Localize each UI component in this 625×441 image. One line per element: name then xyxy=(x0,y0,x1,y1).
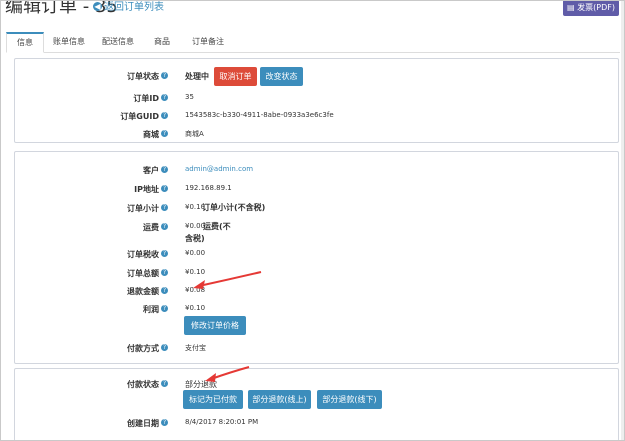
shipping-note-line1: 运费(不 xyxy=(203,222,231,231)
help-icon[interactable]: ? xyxy=(161,112,168,119)
subtotal-label: 订单小计 xyxy=(127,204,159,213)
payment-panel: 付款状态 ? 部分退款 标记为已付款 部分退款(线上) 部分退款(线下) 创建日… xyxy=(14,368,619,440)
store-value: 商城A xyxy=(185,130,204,138)
subtotal-note: 订单小计(不含税) xyxy=(202,203,266,212)
back-to-list-label: 返回订单列表 xyxy=(104,2,164,13)
shipping-label: 运费 xyxy=(143,223,159,232)
partial-refund-online-button[interactable]: 部分退款(线上) xyxy=(248,390,311,409)
help-icon[interactable]: ? xyxy=(161,419,168,426)
order-info-panel: 订单状态 ? 处理中 取消订单 改变状态 订单ID ? 35 订单GUID ? … xyxy=(14,58,619,143)
arrow-head xyxy=(193,280,205,289)
annotation-arrow-refund xyxy=(193,271,262,289)
help-icon[interactable]: ? xyxy=(161,269,168,276)
customer-label: 客户 xyxy=(143,166,159,175)
help-icon[interactable]: ? xyxy=(161,344,168,351)
ip-address-label: IP地址 xyxy=(134,185,159,194)
order-total-label: 订单总额 xyxy=(127,269,159,278)
profit-value: ¥0.10 xyxy=(185,304,206,312)
order-status-label: 订单状态 xyxy=(127,72,159,81)
invoice-pdf-label: 发票(PDF) xyxy=(577,3,615,12)
payment-method-label: 付款方式 xyxy=(127,344,159,353)
order-guid-value: 1543583c-b330-4911-8abe-0933a3e6c3fe xyxy=(185,111,334,119)
help-icon[interactable]: ? xyxy=(161,250,168,257)
order-id-label: 订单ID xyxy=(133,94,159,103)
tab-order-notes[interactable]: 订单备注 xyxy=(182,32,234,52)
order-guid-label: 订单GUID xyxy=(120,112,159,121)
help-icon[interactable]: ? xyxy=(161,94,168,101)
page-frame: 编辑订单 - 35 ◀ 返回订单列表 ▤ 发票(PDF) 信息 账单信息 配送信息… xyxy=(0,0,625,441)
payment-status-label: 付款状态 xyxy=(127,380,159,389)
help-icon[interactable]: ? xyxy=(161,305,168,312)
arrow-shaft xyxy=(198,271,262,287)
created-date-value: 8/4/2017 8:20:01 PM xyxy=(185,418,259,426)
pdf-icon: ▤ xyxy=(567,3,578,12)
store-label: 商城 xyxy=(143,130,159,139)
order-tabs: 信息 账单信息 配送信息 商品 订单备注 xyxy=(6,32,620,53)
mark-as-paid-button[interactable]: 标记为已付款 xyxy=(183,390,243,409)
help-icon[interactable]: ? xyxy=(161,204,168,211)
order-status-value: 处理中 xyxy=(185,72,209,81)
arrow-shaft xyxy=(210,366,250,380)
created-date-label: 创建日期 xyxy=(127,419,159,428)
tab-info[interactable]: 信息 xyxy=(6,32,44,53)
profit-label: 利润 xyxy=(143,305,159,314)
help-icon[interactable]: ? xyxy=(161,287,168,294)
help-icon[interactable]: ? xyxy=(161,130,168,137)
edit-order-totals-button[interactable]: 修改订单价格 xyxy=(184,316,246,335)
customer-email-link[interactable]: admin@admin.com xyxy=(185,165,253,173)
partial-refund-offline-button[interactable]: 部分退款(线下) xyxy=(317,390,382,409)
refund-amount-label: 退款金额 xyxy=(127,287,159,296)
tab-billing[interactable]: 账单信息 xyxy=(47,32,91,52)
tax-label: 订单税收 xyxy=(127,250,159,259)
help-icon[interactable]: ? xyxy=(161,185,168,192)
invoice-pdf-button[interactable]: ▤ 发票(PDF) xyxy=(563,1,619,16)
change-status-button[interactable]: 改变状态 xyxy=(260,67,303,86)
order-id-value: 35 xyxy=(185,93,194,101)
tab-products[interactable]: 商品 xyxy=(146,32,178,52)
tax-value: ¥0.00 xyxy=(185,249,206,257)
order-totals-panel: 客户 ? admin@admin.com IP地址 ? 192.168.89.1… xyxy=(14,151,619,364)
ip-address-value: 192.168.89.1 xyxy=(185,184,232,192)
page-scrollbar[interactable] xyxy=(621,1,624,440)
payment-method-value: 支付宝 xyxy=(185,344,206,352)
annotation-arrow-payment-status xyxy=(205,366,250,382)
help-icon[interactable]: ? xyxy=(161,166,168,173)
help-icon[interactable]: ? xyxy=(161,223,168,230)
help-icon[interactable]: ? xyxy=(161,72,168,79)
back-circle-icon: ◀ xyxy=(93,2,102,11)
back-to-list-link[interactable]: ◀ 返回订单列表 xyxy=(93,1,164,13)
arrow-head xyxy=(205,373,216,382)
cancel-order-button[interactable]: 取消订单 xyxy=(214,67,257,86)
tab-shipping[interactable]: 配送信息 xyxy=(95,32,141,52)
shipping-note-line2: 含税) xyxy=(185,234,205,243)
help-icon[interactable]: ? xyxy=(161,380,168,387)
